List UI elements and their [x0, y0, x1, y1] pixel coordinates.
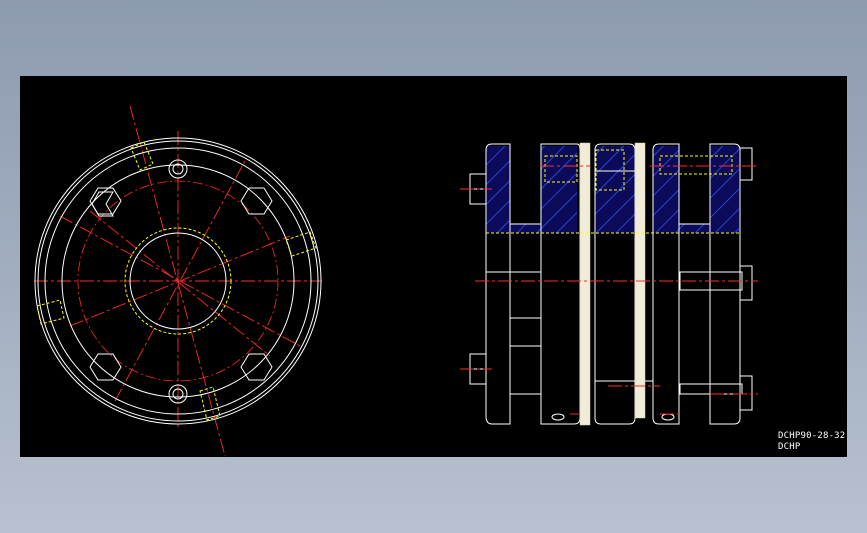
drawing-title-series: DCHP	[778, 442, 801, 452]
drawing-title-code: DCHP90-28-32	[778, 431, 846, 441]
hex-nut	[91, 191, 114, 217]
section-view	[460, 142, 758, 426]
hub-right-hatch	[653, 146, 739, 233]
hub-left-hatch	[486, 146, 577, 233]
front-view	[34, 105, 322, 457]
cad-viewport[interactable]: DCHP90-28-32 DCHP	[20, 76, 847, 457]
coupling-drawing	[34, 105, 758, 457]
